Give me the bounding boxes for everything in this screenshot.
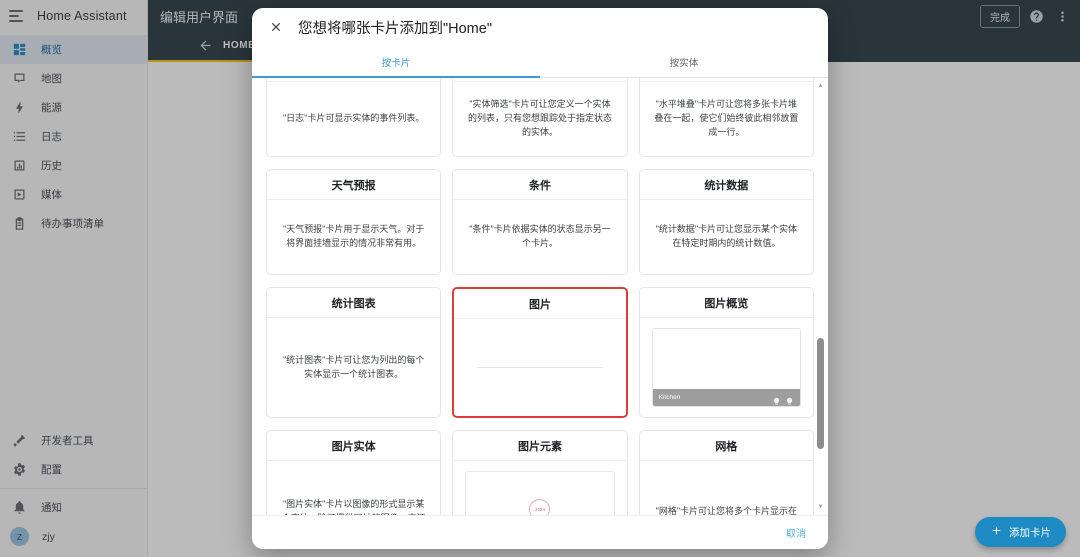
card-option-horizontal-stack[interactable]: "水平堆叠"卡片可让您将多张卡片堆叠在一起，使它们始终彼此相邻放置成一行。 [638,78,814,157]
card-title: 条件 [453,170,627,200]
card-description: "天气预报"卡片用于显示天气。对于将界面挂墙显示的情况非常有用。 [282,224,425,248]
dialog-header: 您想将哪张卡片添加到"Home" [252,8,828,46]
scroll-up-icon[interactable]: ▲ [818,82,824,90]
card-title: 图片实体 [267,431,441,461]
card-body: 2024 Sun 下午 画面 [453,461,626,515]
card-description: "日志"卡片可显示实体的事件列表。 [282,113,425,124]
add-card-label: 添加卡片 [1009,526,1051,539]
card-title: 天气预报 [267,170,441,200]
card-description: "条件"卡片依据实体的状态显示另一个卡片。 [469,224,611,248]
card-option-statistic[interactable]: 统计数据 "统计数据"卡片可让您显示某个实体在特定时期内的统计数值。 [638,169,814,275]
card-body: "实体筛选"卡片可让您定义一个实体的列表，只有您想跟踪处于指定状态的实体。 [453,82,626,156]
card-option-statistics-graph[interactable]: 统计图表 "统计图表"卡片可让您为列出的每个实体显示一个统计图表。 [266,287,442,418]
card-title: 统计图表 [267,288,441,318]
lightbulb-icon [772,393,781,405]
card-description: "网格"卡片可让您将多个卡片显示在一个网格内。 [655,505,798,515]
card-option-picture-elements[interactable]: 图片元素 2024 Sun 下午 画面 [452,430,628,515]
picture-card-preview [466,329,613,406]
dialog-title: 您想将哪张卡片添加到"Home" [298,20,492,37]
card-body: "统计图表"卡片可让您为列出的每个实体显示一个统计图表。 [267,318,440,417]
scrollbar-track[interactable] [816,90,825,503]
preview-room-label: Kitchen [658,394,681,401]
preview-footer-bar: Kitchen [652,389,800,406]
card-body: "天气预报"卡片用于显示天气。对于将界面挂墙显示的情况非常有用。 [267,200,440,274]
card-option-picture-glance[interactable]: 图片概览 Kitchen [638,287,814,418]
scroll-down-icon[interactable]: ▼ [818,503,824,511]
dialog-footer: 取消 [252,515,828,549]
card-body: "日志"卡片可显示实体的事件列表。 [267,82,440,156]
card-option-weather-forecast[interactable]: 天气预报 "天气预报"卡片用于显示天气。对于将界面挂墙显示的情况非常有用。 [266,169,442,275]
tab-by-card[interactable]: 按卡片 [252,46,540,78]
card-option-entity-filter[interactable]: "实体筛选"卡片可让您定义一个实体的列表，只有您想跟踪处于指定状态的实体。 [452,78,628,157]
card-option-conditional[interactable]: 条件 "条件"卡片依据实体的状态显示另一个卡片。 [452,169,628,275]
card-body: Kitchen [640,318,813,417]
card-body: "图片实体"卡片以图像的形式显示某个实体。除了提供网址的图像，它还可以显示摄像头… [267,461,440,515]
card-title: 图片 [454,289,626,319]
card-description: "图片实体"卡片以图像的形式显示某个实体。除了提供网址的图像，它还可以显示摄像头… [282,498,426,515]
dialog-tabs: 按卡片 按实体 [252,46,828,78]
card-body: "统计数据"卡片可让您显示某个实体在特定时期内的统计数值。 [640,200,813,274]
picture-elements-preview: 2024 Sun 下午 画面 [465,471,615,515]
card-body: "条件"卡片依据实体的状态显示另一个卡片。 [453,200,626,274]
tab-by-entity[interactable]: 按实体 [540,46,828,77]
add-card-dialog: 您想将哪张卡片添加到"Home" 按卡片 按实体 "日志"卡片可显示实体的事件列… [252,8,828,549]
cancel-button[interactable]: 取消 [780,521,812,544]
preview-image [652,329,800,389]
add-card-fab[interactable]: 添加卡片 [975,517,1066,547]
card-option-picture[interactable]: 图片 [452,287,628,418]
card-grid: "日志"卡片可显示实体的事件列表。 "实体筛选"卡片可让您定义一个实体的列表，只… [266,78,814,515]
app-root: Home Assistant 概览 地图 能源 日志 历史 媒体 待办事项清单 … [0,0,1080,557]
picture-glance-preview: Kitchen [651,328,801,407]
card-title: 统计数据 [639,170,813,200]
dialog-scrollbar[interactable]: ▲ ▼ [816,82,825,511]
card-description: "统计图表"卡片可让您为列出的每个实体显示一个统计图表。 [282,354,425,379]
card-title: 图片元素 [453,431,627,461]
card-option-grid[interactable]: 网格 "网格"卡片可让您将多个卡片显示在一个网格内。 [638,430,814,515]
card-title: 图片概览 [639,288,813,318]
card-description: "统计数据"卡片可让您显示某个实体在特定时期内的统计数值。 [655,224,798,248]
close-icon[interactable] [268,19,284,35]
card-body [454,319,625,416]
preview-divider [476,367,604,368]
card-body: "网格"卡片可让您将多个卡片显示在一个网格内。 [640,461,813,515]
card-title: 网格 [639,431,813,461]
card-description: "水平堆叠"卡片可让您将多张卡片堆叠在一起，使它们始终彼此相邻放置成一行。 [654,99,799,137]
card-body: "水平堆叠"卡片可让您将多张卡片堆叠在一起，使它们始终彼此相邻放置成一行。 [640,82,813,156]
lightbulb-icon [785,393,794,405]
card-list-scroll: "日志"卡片可显示实体的事件列表。 "实体筛选"卡片可让您定义一个实体的列表，只… [252,78,828,515]
dialog-body: "日志"卡片可显示实体的事件列表。 "实体筛选"卡片可让您定义一个实体的列表，只… [252,78,828,515]
card-option-logbook[interactable]: "日志"卡片可显示实体的事件列表。 [266,78,442,157]
card-option-picture-entity[interactable]: 图片实体 "图片实体"卡片以图像的形式显示某个实体。除了提供网址的图像，它还可以… [266,430,442,515]
card-description: "实体筛选"卡片可让您定义一个实体的列表，只有您想跟踪处于指定状态的实体。 [467,99,612,137]
scrollbar-thumb[interactable] [817,337,824,450]
state-badge: 2024 [529,499,551,515]
plus-icon [990,524,1003,540]
